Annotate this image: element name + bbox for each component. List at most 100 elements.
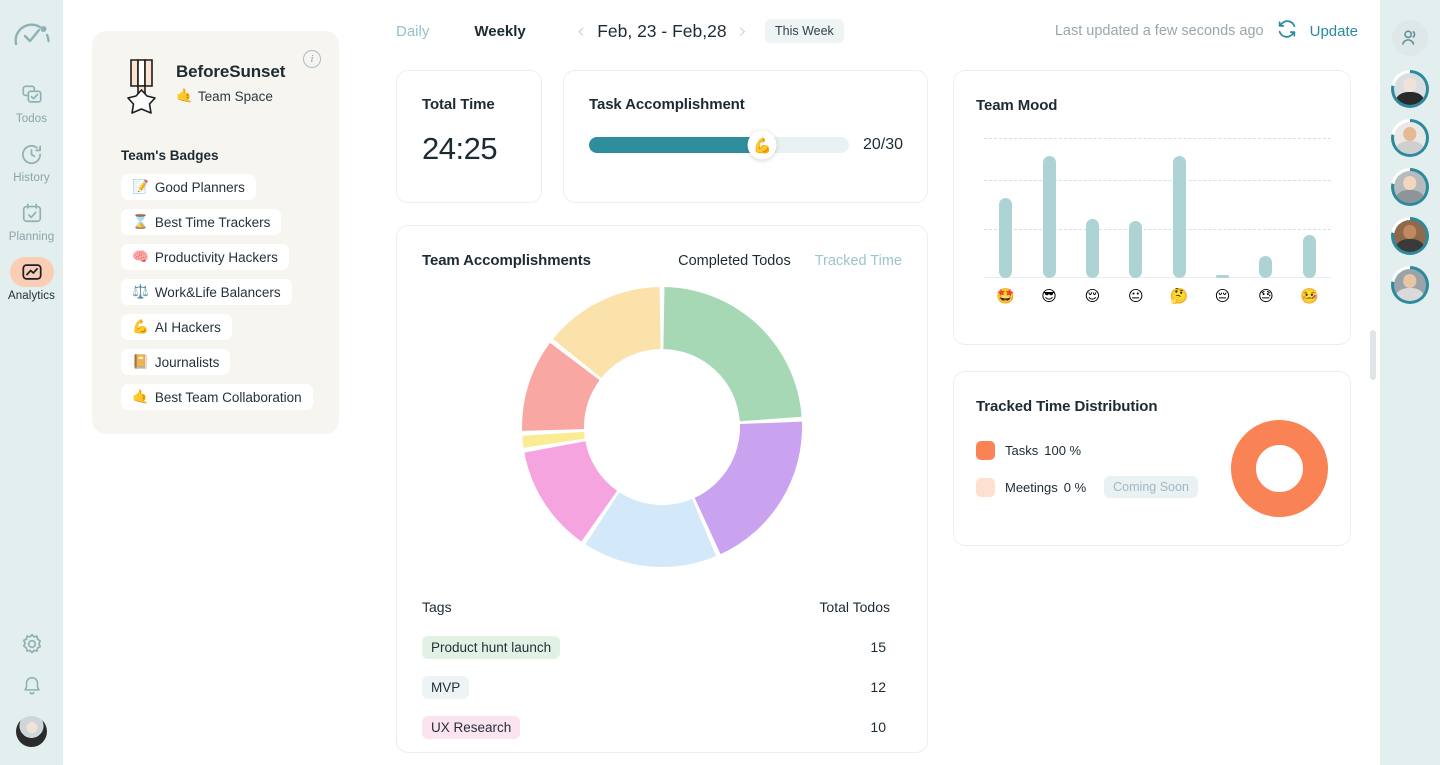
badge-item[interactable]: ⌛ Best Time Trackers: [121, 209, 281, 235]
gear-icon[interactable]: [20, 632, 44, 661]
mood-bar[interactable]: [1043, 156, 1056, 278]
refresh-icon[interactable]: [1276, 18, 1298, 45]
mood-emoji-icon: 😐: [1114, 287, 1157, 305]
people-icon[interactable]: [1392, 20, 1428, 56]
badges-title: Team's Badges: [121, 148, 319, 163]
donut-slice[interactable]: [663, 287, 801, 421]
mood-bar[interactable]: [1129, 221, 1142, 278]
account-avatar[interactable]: [16, 716, 47, 747]
chevron-left-icon[interactable]: ‹: [571, 21, 591, 42]
toolbar: Daily Weekly ‹ Feb, 23 - Feb,28 › This W…: [368, 0, 1380, 62]
mood-bar[interactable]: [1086, 219, 1099, 278]
badge-item[interactable]: 📔 Journalists: [121, 349, 230, 375]
tag-chip: UX Research: [422, 716, 520, 739]
badge-label: Work&Life Balancers: [155, 285, 281, 300]
update-button[interactable]: Update: [1310, 23, 1358, 40]
badge-item[interactable]: ⚖️ Work&Life Balancers: [121, 279, 292, 305]
badge-label: Good Planners: [155, 180, 245, 195]
badge-emoji-icon: 🤙: [132, 389, 149, 405]
bar-slot: [1201, 275, 1244, 278]
bar-slot: [1288, 235, 1331, 278]
progress-track[interactable]: 💪: [589, 137, 849, 153]
main-content: Daily Weekly ‹ Feb, 23 - Feb,28 › This W…: [368, 0, 1380, 765]
tab-weekly[interactable]: Weekly: [474, 23, 525, 40]
tag-count: 15: [870, 639, 902, 655]
avatar-head: [1403, 225, 1416, 238]
avatar-body: [1396, 239, 1424, 252]
sidebar-item-planning[interactable]: Planning: [0, 198, 63, 243]
tags-table: Tags Total Todos Product hunt launch 15 …: [422, 599, 902, 747]
avatar-body: [1396, 141, 1424, 154]
main-scrollbar-track[interactable]: [1370, 0, 1376, 765]
legend-swatch-tasks: [976, 441, 995, 460]
tab-daily[interactable]: Daily: [396, 23, 429, 40]
avatar-head: [1403, 176, 1416, 189]
avatar: [1394, 171, 1426, 203]
main-scrollbar[interactable]: [1370, 330, 1376, 380]
table-row[interactable]: Product hunt launch 15: [422, 627, 902, 667]
team-accomplishments-card: Team Accomplishments Completed Todos Tra…: [396, 225, 928, 753]
badge-label: Best Time Trackers: [155, 215, 271, 230]
mood-emoji-icon: 😓: [1244, 287, 1287, 305]
member-avatar-4[interactable]: [1391, 217, 1429, 255]
flexed-biceps-icon: 💪: [753, 136, 772, 154]
mood-bar[interactable]: [1173, 156, 1186, 278]
legend-text: Tasks 100 %: [1005, 443, 1081, 458]
tag-count: 12: [870, 679, 902, 695]
badge-item[interactable]: 💪AI Hackers: [121, 314, 232, 340]
app-logo-icon[interactable]: [12, 18, 52, 52]
info-icon[interactable]: i: [303, 50, 321, 68]
badge-label: Journalists: [155, 355, 220, 370]
badge-emoji-icon: ⌛: [132, 214, 149, 230]
badge-item[interactable]: 📝Good Planners: [121, 174, 256, 200]
sidebar-item-history[interactable]: History: [0, 139, 63, 184]
table-row[interactable]: UX Research 10: [422, 707, 902, 747]
table-header: Tags Total Todos: [422, 599, 902, 615]
dashboard-grid: Total Time 24:25 Task Accomplishment 💪: [368, 62, 1380, 753]
mood-bar[interactable]: [1216, 275, 1229, 278]
progress-fill: [589, 137, 762, 153]
avatar: [1394, 122, 1426, 154]
chevron-right-icon[interactable]: ›: [733, 21, 753, 42]
badge-emoji-icon: ⚖️: [132, 284, 149, 300]
mood-bar[interactable]: [999, 198, 1012, 278]
legend-value: 0 %: [1064, 480, 1086, 495]
sidebar-item-todos[interactable]: Todos: [0, 80, 63, 125]
mood-emoji-icon: 😎: [1027, 287, 1070, 305]
member-avatar-5[interactable]: [1391, 266, 1429, 304]
progress-label: 20/30: [863, 136, 903, 154]
mood-bar[interactable]: [1303, 235, 1316, 278]
sidebar-item-label: Todos: [16, 113, 47, 125]
medal-icon: [121, 57, 161, 119]
member-avatar-3[interactable]: [1391, 168, 1429, 206]
members-rail: [1380, 0, 1440, 765]
nav-bottom-group: [0, 632, 63, 747]
member-avatar-1[interactable]: [1391, 70, 1429, 108]
badge-item[interactable]: 🤙Best Team Collaboration: [121, 384, 313, 410]
progress-knob-handle[interactable]: 💪: [748, 131, 777, 160]
table-row[interactable]: MVP 12: [422, 667, 902, 707]
sidebar-item-analytics[interactable]: Analytics: [0, 257, 63, 302]
badge-emoji-icon: 📔: [132, 354, 149, 370]
bar-slot: [1114, 221, 1157, 278]
thumbs-up-icon: 🤙: [176, 88, 193, 104]
mood-bar[interactable]: [1259, 256, 1272, 278]
donut-slice[interactable]: [695, 422, 802, 554]
member-avatar-2[interactable]: [1391, 119, 1429, 157]
tab-tracked-time[interactable]: Tracked Time: [815, 253, 902, 269]
bell-icon[interactable]: [21, 675, 43, 702]
toolbar-right: Last updated a few seconds ago Update: [1055, 18, 1380, 45]
progress-row: 💪 20/30: [589, 136, 903, 154]
sidebar-item-label: History: [13, 172, 49, 184]
column-header-total-todos: Total Todos: [819, 599, 890, 615]
badge-item[interactable]: 🧠Productivity Hackers: [121, 244, 289, 270]
left-nav-rail: Todos History Planning Analytics: [0, 0, 63, 765]
tracked-time-distribution-card: Tracked Time Distribution Tasks 100 %: [953, 371, 1351, 546]
mood-emoji-icon: 🤒: [1288, 287, 1331, 305]
sidebar-item-label: Analytics: [8, 290, 55, 302]
tag-count: 10: [870, 719, 902, 735]
this-week-button[interactable]: This Week: [765, 19, 844, 43]
tab-completed-todos[interactable]: Completed Todos: [678, 253, 791, 269]
mood-emoji-icon: 🤩: [984, 287, 1027, 305]
member-list: [1391, 70, 1429, 304]
